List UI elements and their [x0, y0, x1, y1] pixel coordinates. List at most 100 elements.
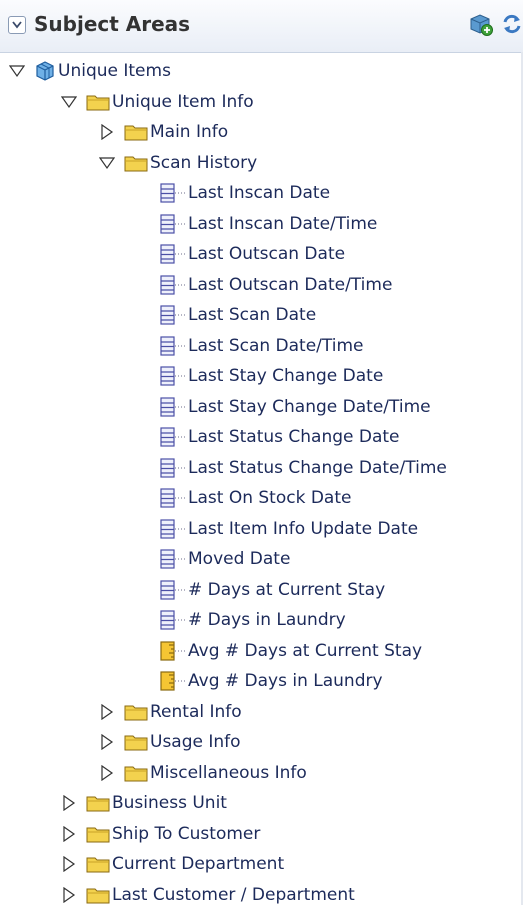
tree-item[interactable]: Moved Date — [160, 544, 290, 574]
column-icon — [160, 182, 186, 204]
column-icon — [160, 304, 186, 326]
folder-icon — [124, 763, 148, 783]
collapsed-triangle-icon[interactable] — [58, 823, 80, 845]
tree-item[interactable]: Main Info — [96, 117, 228, 147]
tree-item-label: Last Scan Date/Time — [188, 335, 364, 356]
tree-item-label: Last Outscan Date — [188, 244, 346, 264]
expanded-triangle-icon[interactable] — [96, 152, 118, 174]
tree-item-label: Miscellaneous Info — [150, 762, 307, 783]
tree-item[interactable]: Miscellaneous Info — [96, 758, 307, 788]
tree-item[interactable]: # Days at Current Stay — [160, 575, 385, 605]
tree-item[interactable]: Last Customer / Department — [58, 880, 355, 910]
folder-icon — [124, 122, 148, 142]
tree-item[interactable]: Last Inscan Date/Time — [160, 209, 377, 239]
refresh-icon[interactable] — [500, 12, 523, 41]
collapse-panel-button[interactable] — [8, 16, 26, 34]
tree-item[interactable]: Avg # Days at Current Stay — [160, 636, 422, 666]
tree-item-label: Last Outscan Date/Time — [188, 274, 393, 295]
tree-item-label: Unique Items — [58, 61, 171, 81]
collapsed-triangle-icon[interactable] — [96, 762, 118, 784]
tree-item-label: Business Unit — [112, 793, 227, 813]
expanded-triangle-icon[interactable] — [6, 60, 28, 82]
tree-item-label: Last Inscan Date/Time — [188, 213, 378, 234]
tree-item-label: Last Customer / Department — [112, 884, 355, 905]
tree-item[interactable]: Avg # Days in Laundry — [160, 666, 383, 696]
column-icon — [160, 243, 186, 265]
tree-item[interactable]: Unique Items — [6, 56, 171, 86]
tree-item[interactable]: Ship To Customer — [58, 819, 260, 849]
tree-item-label: Last Status Change Date/Time — [188, 457, 447, 478]
tree-item-label: Main Info — [150, 122, 229, 142]
tree-item-label: Last Stay Change Date — [188, 366, 384, 386]
tree-item[interactable]: Last Stay Change Date/Time — [160, 392, 431, 422]
tree-item[interactable]: Last Inscan Date — [160, 178, 330, 208]
folder-icon — [124, 732, 148, 752]
tree-item-label: Ship To Customer — [112, 823, 261, 844]
column-icon — [160, 213, 186, 235]
folder-icon — [86, 92, 110, 112]
tree-item[interactable]: Last Status Change Date/Time — [160, 453, 447, 483]
tree-item-label: Last Inscan Date — [188, 183, 331, 203]
tree-item[interactable]: Usage Info — [96, 727, 241, 757]
folder-icon — [86, 854, 110, 874]
tree-item[interactable]: Last Status Change Date — [160, 422, 400, 452]
column-icon — [160, 426, 186, 448]
column-icon — [160, 274, 186, 296]
column-icon — [160, 457, 186, 479]
subject-areas-header: Subject Areas — [0, 0, 523, 53]
tree-item[interactable]: Last On Stock Date — [160, 483, 351, 513]
add-subject-area-icon[interactable] — [467, 12, 493, 41]
tree-item[interactable]: Scan History — [96, 148, 257, 178]
collapsed-triangle-icon[interactable] — [96, 701, 118, 723]
tree-item[interactable]: Last Outscan Date/Time — [160, 270, 392, 300]
tree-item[interactable]: Last Outscan Date — [160, 239, 345, 269]
column-icon — [160, 487, 186, 509]
tree-item[interactable]: Unique Item Info — [58, 87, 254, 117]
panel-title: Subject Areas — [34, 12, 191, 36]
tree-item[interactable]: Last Stay Change Date — [160, 361, 383, 391]
column-icon — [160, 609, 186, 631]
tree-item-label: Current Department — [112, 854, 285, 874]
tree-item-label: Last Stay Change Date/Time — [188, 396, 431, 417]
tree-item-label: # Days at Current Stay — [188, 579, 386, 600]
subject-area-icon — [34, 60, 56, 82]
tree-item-label: Last Scan Date — [188, 305, 317, 325]
column-icon — [160, 579, 186, 601]
column-icon — [160, 335, 186, 357]
collapsed-triangle-icon[interactable] — [96, 121, 118, 143]
tree-item-label: Avg # Days at Current Stay — [188, 640, 423, 661]
column-icon — [160, 518, 186, 540]
tree-item-label: Avg # Days in Laundry — [188, 671, 383, 691]
expanded-triangle-icon[interactable] — [58, 91, 80, 113]
tree-item-label: Moved Date — [188, 549, 291, 569]
tree-item-label: # Days in Laundry — [188, 610, 346, 630]
folder-icon — [86, 824, 110, 844]
tree-item[interactable]: Current Department — [58, 849, 284, 879]
collapsed-triangle-icon[interactable] — [96, 731, 118, 753]
tree-item[interactable]: Rental Info — [96, 697, 242, 727]
tree-item[interactable]: Business Unit — [58, 788, 227, 818]
tree-item-label: Unique Item Info — [112, 91, 254, 112]
tree-item[interactable]: Last Scan Date — [160, 300, 316, 330]
folder-icon — [124, 702, 148, 722]
chevron-down-icon — [12, 21, 22, 29]
measure-icon — [160, 670, 186, 692]
tree-item-label: Last Item Info Update Date — [188, 518, 419, 539]
tree-item-label: Rental Info — [150, 701, 242, 722]
tree-item[interactable]: # Days in Laundry — [160, 605, 346, 635]
collapsed-triangle-icon[interactable] — [58, 792, 80, 814]
tree-item[interactable]: Last Scan Date/Time — [160, 331, 364, 361]
folder-icon — [86, 793, 110, 813]
collapsed-triangle-icon[interactable] — [58, 884, 80, 906]
column-icon — [160, 365, 186, 387]
tree-item-label: Usage Info — [150, 732, 241, 752]
column-icon — [160, 548, 186, 570]
folder-icon — [86, 885, 110, 905]
measure-icon — [160, 640, 186, 662]
tree-item-label: Last On Stock Date — [188, 488, 352, 508]
collapsed-triangle-icon[interactable] — [58, 853, 80, 875]
tree-item-label: Scan History — [150, 152, 258, 173]
folder-icon — [124, 153, 148, 173]
tree-item-label: Last Status Change Date — [188, 427, 400, 447]
tree-item[interactable]: Last Item Info Update Date — [160, 514, 418, 544]
